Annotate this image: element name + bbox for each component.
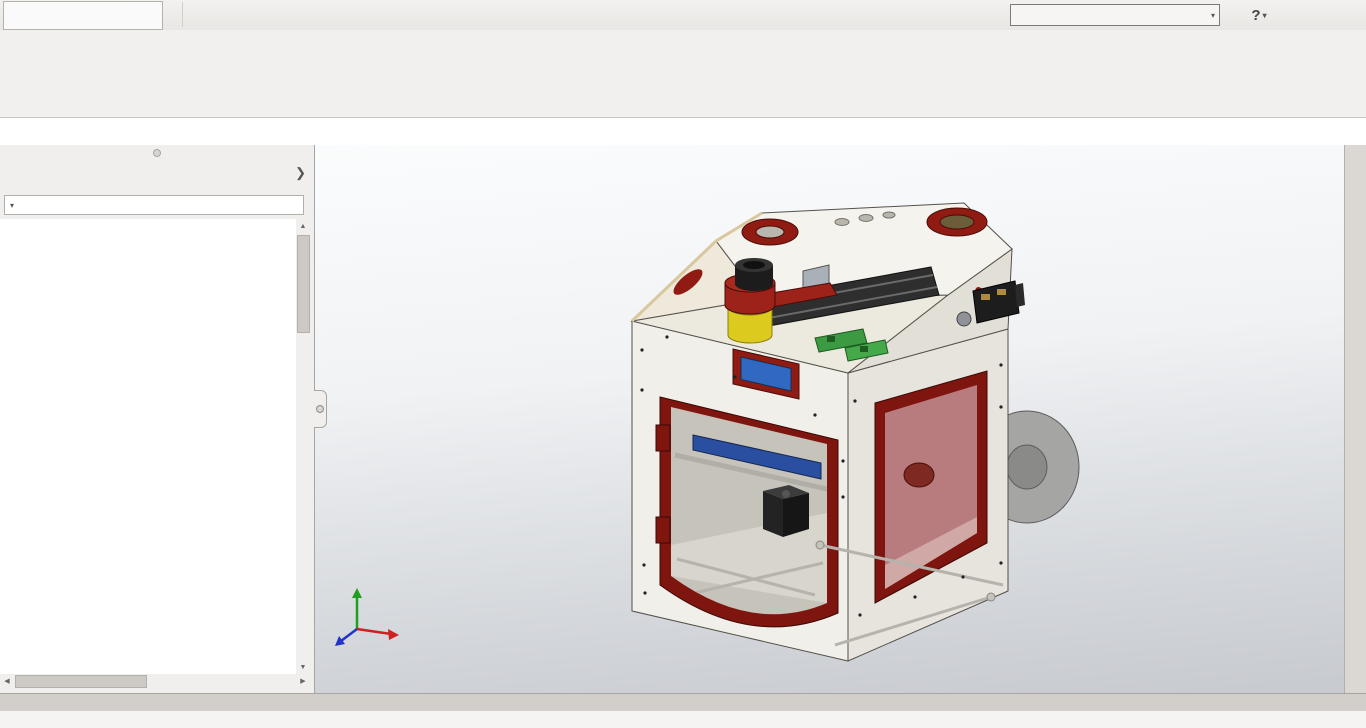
graphics-viewport[interactable] xyxy=(315,145,1344,693)
reference-triad xyxy=(335,588,399,646)
feature-tree xyxy=(0,219,296,674)
help-search[interactable]: ▾ xyxy=(1010,4,1220,26)
panel-splitter-handle[interactable] xyxy=(314,390,327,428)
scroll-down-arrow[interactable]: ▼ xyxy=(296,660,310,674)
feature-manager-panel: ❯ ▾ ▲ ▼ ◀ ▶ xyxy=(0,145,315,693)
title-bar: ▾ ? ▾ xyxy=(0,0,1366,31)
login-user-icon[interactable] xyxy=(1216,3,1242,27)
scroll-thumb[interactable] xyxy=(15,675,147,688)
tree-filter[interactable]: ▾ xyxy=(4,195,304,215)
task-pane-tabs xyxy=(1344,145,1366,693)
solidworks-logo xyxy=(3,1,163,30)
help-menu-button[interactable]: ? ▾ xyxy=(1246,3,1272,27)
fm-tabs-overflow-chevron[interactable]: ❯ xyxy=(295,165,306,181)
printer-3d-model xyxy=(335,202,1080,662)
search-dropdown-caret[interactable]: ▾ xyxy=(1211,11,1215,20)
model-tab-bar xyxy=(0,693,1366,712)
command-manager-row xyxy=(0,118,1366,145)
tree-vertical-scrollbar[interactable]: ▲ ▼ xyxy=(296,219,310,674)
tree-horizontal-scrollbar[interactable]: ◀ ▶ xyxy=(0,674,310,688)
restore-button[interactable] xyxy=(1306,3,1332,27)
close-button[interactable] xyxy=(1336,3,1362,27)
status-bar xyxy=(0,711,1366,728)
filter-dropdown-caret[interactable]: ▾ xyxy=(10,201,14,210)
search-input[interactable] xyxy=(1015,7,1209,23)
toolbar-flyout-button[interactable] xyxy=(166,2,183,27)
scroll-thumb[interactable] xyxy=(297,235,310,333)
panel-grip[interactable] xyxy=(0,145,314,161)
scroll-right-arrow[interactable]: ▶ xyxy=(296,674,310,688)
scroll-up-arrow[interactable]: ▲ xyxy=(296,219,310,233)
minimize-button[interactable] xyxy=(1276,3,1302,27)
scroll-left-arrow[interactable]: ◀ xyxy=(0,674,14,688)
window-controls: ? ▾ xyxy=(1216,2,1362,28)
solidworks-window: ▾ ? ▾ ❯ ▾ ▲ ▼ ◀ ▶ xyxy=(0,0,1366,728)
inspection-ribbon xyxy=(0,30,1366,118)
